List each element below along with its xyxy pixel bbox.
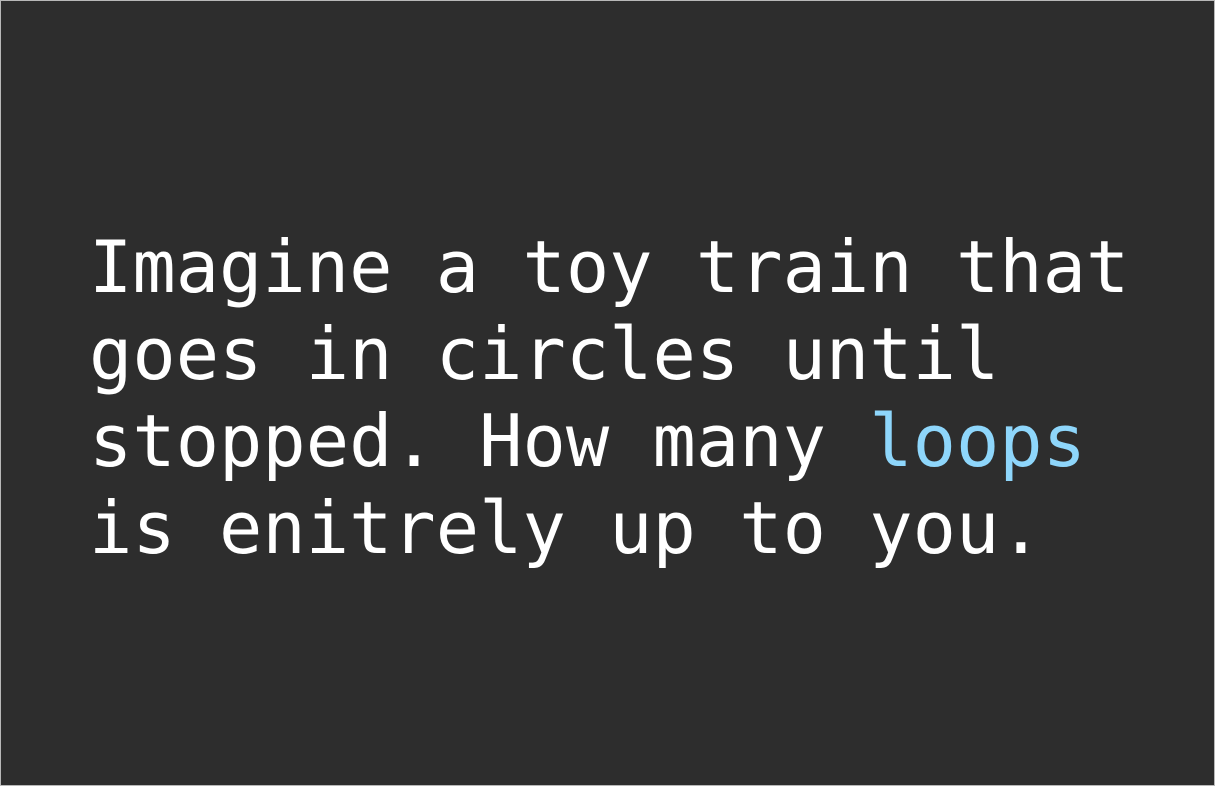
text-line-1: Imagine a toy train that — [89, 225, 1130, 309]
highlighted-word: loops — [869, 399, 1087, 483]
slide-text: Imagine a toy train that goes in circles… — [89, 224, 1129, 572]
text-line-3: stopped. How many — [89, 399, 870, 483]
text-line-2: goes in circles until — [89, 312, 1000, 396]
text-line-4: is enitrely up to you. — [89, 486, 1043, 570]
slide: Imagine a toy train that goes in circles… — [1, 1, 1214, 785]
